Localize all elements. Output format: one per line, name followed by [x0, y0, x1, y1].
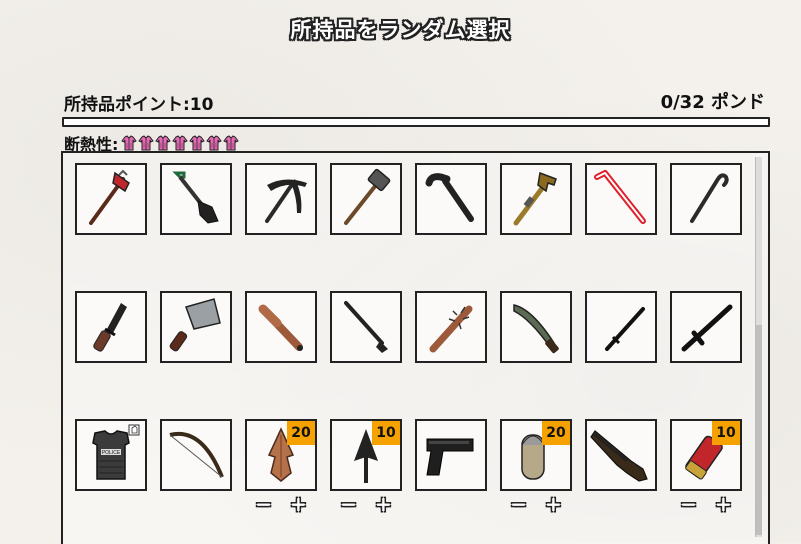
count-badge: 10	[712, 421, 740, 445]
item-slot[interactable]: ショットガン	[585, 419, 657, 491]
count-badge: 20	[287, 421, 315, 445]
item-slot[interactable]: ナイフ	[75, 291, 147, 363]
katana-icon	[605, 307, 645, 351]
knife-icon	[93, 303, 127, 352]
pickaxe-icon	[265, 179, 307, 223]
jacket-icon	[155, 135, 172, 151]
insulation-icons	[121, 135, 240, 151]
shotgun-icon	[590, 430, 648, 482]
plus-button[interactable]: +	[545, 494, 562, 515]
quantity-stepper: − +	[500, 494, 572, 515]
pipe-wrench-icon	[513, 171, 557, 226]
item-slot[interactable]: 釘バット	[415, 291, 487, 363]
jacket-icon	[223, 135, 240, 151]
machete-icon	[513, 304, 559, 354]
cleaver-icon	[169, 298, 221, 352]
item-grid-panel: 斧シャベルツルハシスレッジハンマーパイプパイプレンチバール鉤付きバールナイフ肉切…	[61, 151, 770, 544]
jacket-icon	[189, 135, 206, 151]
item-slot[interactable]: 槍10	[330, 419, 402, 491]
page-title: 所持品をランダム選択	[290, 18, 511, 42]
item-slot[interactable]: 拳銃	[415, 419, 487, 491]
axe-icon	[89, 169, 130, 225]
hooked-crowbar-icon	[690, 173, 729, 223]
tonfa-icon	[681, 304, 733, 352]
item-slot[interactable]: 斧	[75, 163, 147, 235]
nail-bat-icon	[429, 305, 473, 353]
item-slot[interactable]: 弓	[160, 419, 232, 491]
plus-button[interactable]: +	[290, 494, 307, 515]
item-slot[interactable]: シャベル	[160, 163, 232, 235]
jacket-icon	[206, 135, 223, 151]
count-badge: 10	[372, 421, 400, 445]
svg-text:POLICE: POLICE	[102, 450, 121, 456]
item-slot[interactable]: 警棒	[670, 291, 742, 363]
item-slot[interactable]: 弾薬20	[500, 419, 572, 491]
pistol-icon	[426, 438, 474, 476]
minus-button[interactable]: −	[680, 494, 697, 515]
scrollbar-thumb[interactable]	[756, 325, 762, 535]
shovel-icon	[172, 171, 219, 224]
crowbar-icon	[594, 170, 646, 224]
baseball-bat-icon	[258, 304, 303, 351]
item-slot[interactable]: 散弾10	[670, 419, 742, 491]
item-slot[interactable]: バール	[585, 163, 657, 235]
scrollbar[interactable]	[755, 157, 762, 537]
quantity-stepper: − +	[245, 494, 317, 515]
item-slot[interactable]: マチェーテ	[500, 291, 572, 363]
count-badge: 20	[542, 421, 570, 445]
plus-button[interactable]: +	[715, 494, 732, 515]
jacket-icon	[121, 135, 138, 151]
police-vest-icon: POLICE	[92, 424, 140, 480]
minus-button[interactable]: −	[340, 494, 357, 515]
item-slot[interactable]: パイプレンチ	[500, 163, 572, 235]
quantity-stepper: − +	[670, 494, 742, 515]
item-slot[interactable]: 野球バット	[245, 291, 317, 363]
item-slot[interactable]: 刀	[585, 291, 657, 363]
item-slot[interactable]: 鉤付きバール	[670, 163, 742, 235]
jacket-icon	[172, 135, 189, 151]
item-slot[interactable]: 肉切り包丁	[160, 291, 232, 363]
item-slot[interactable]: ゴルフクラブ	[330, 291, 402, 363]
item-slot[interactable]: POLICE防弾ベスト	[75, 419, 147, 491]
golf-club-icon	[344, 301, 388, 353]
pipe-icon	[425, 173, 474, 222]
minus-button[interactable]: −	[510, 494, 527, 515]
sledgehammer-icon	[344, 168, 391, 225]
minus-button[interactable]: −	[255, 494, 272, 515]
weight-pounds-label: 0/32 ポンド	[660, 92, 765, 113]
quantity-stepper: − +	[330, 494, 402, 515]
plus-button[interactable]: +	[375, 494, 392, 515]
item-slot[interactable]: パイプ	[415, 163, 487, 235]
item-slot[interactable]: ツルハシ	[245, 163, 317, 235]
inventory-points-label: 所持品ポイント:10	[64, 95, 214, 115]
item-slot[interactable]: 矢20	[245, 419, 317, 491]
item-slot[interactable]: スレッジハンマー	[330, 163, 402, 235]
weight-progress-bar	[62, 117, 770, 127]
jacket-icon	[138, 135, 155, 151]
bow-icon	[169, 431, 224, 478]
